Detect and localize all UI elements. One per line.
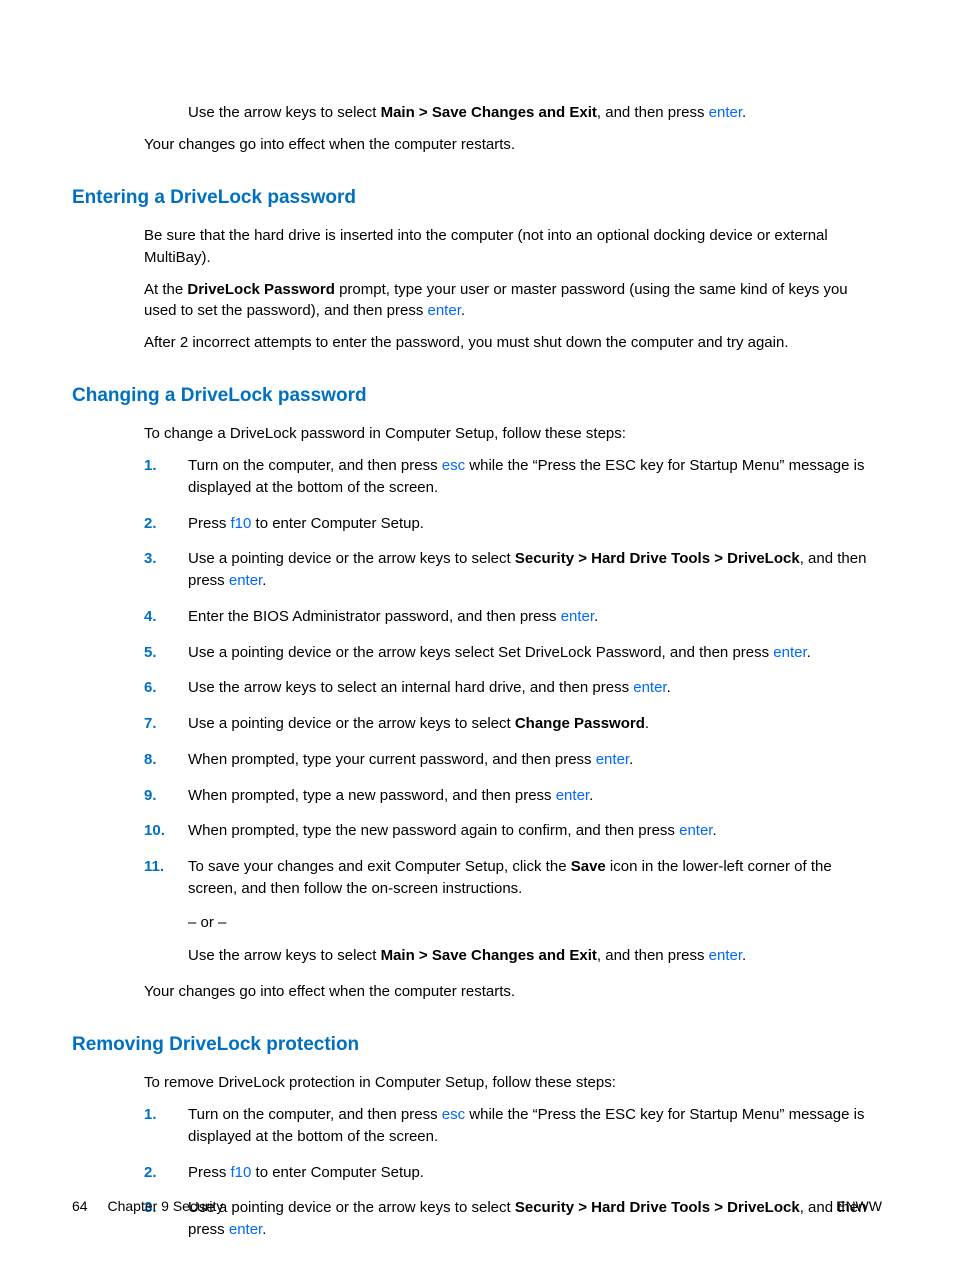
removing-intro: To remove DriveLock protection in Comput…	[144, 1072, 882, 1094]
step-1: Turn on the computer, and then press esc…	[144, 1104, 882, 1148]
key-enter: enter	[773, 644, 806, 661]
heading-entering: Entering a DriveLock password	[72, 184, 882, 212]
key-esc: esc	[442, 1106, 465, 1123]
footer-left: 64 Chapter 9 Security	[72, 1196, 223, 1216]
top-effect: Your changes go into effect when the com…	[144, 134, 882, 156]
step-11-or: – or –	[188, 912, 882, 934]
key-enter: enter	[633, 679, 666, 696]
step-1: Turn on the computer, and then press esc…	[144, 455, 882, 499]
key-esc: esc	[442, 457, 465, 474]
step-2: Press f10 to enter Computer Setup.	[144, 1162, 882, 1184]
chapter-label: Chapter 9 Security	[107, 1198, 223, 1214]
step-11-alt: Use the arrow keys to select Main > Save…	[188, 945, 882, 967]
removing-steps: Turn on the computer, and then press esc…	[144, 1104, 882, 1241]
key-f10: f10	[231, 515, 252, 532]
document-page: Use the arrow keys to select Main > Save…	[0, 0, 954, 1270]
key-f10: f10	[231, 1164, 252, 1181]
top-instruction: Use the arrow keys to select Main > Save…	[188, 102, 882, 124]
step-2: Press f10 to enter Computer Setup.	[144, 513, 882, 535]
page-footer: 64 Chapter 9 Security ENWW	[72, 1196, 882, 1216]
key-enter: enter	[596, 751, 629, 768]
step-7: Use a pointing device or the arrow keys …	[144, 713, 882, 735]
key-enter: enter	[679, 822, 712, 839]
key-enter: enter	[428, 302, 461, 319]
key-enter: enter	[561, 608, 594, 625]
footer-right: ENWW	[836, 1196, 882, 1216]
changing-steps: Turn on the computer, and then press esc…	[144, 455, 882, 967]
changing-intro: To change a DriveLock password in Comput…	[144, 423, 882, 445]
heading-changing: Changing a DriveLock password	[72, 382, 882, 410]
entering-p1: Be sure that the hard drive is inserted …	[144, 225, 882, 269]
step-4: Enter the BIOS Administrator password, a…	[144, 606, 882, 628]
step-6: Use the arrow keys to select an internal…	[144, 677, 882, 699]
heading-removing: Removing DriveLock protection	[72, 1031, 882, 1059]
step-11: To save your changes and exit Computer S…	[144, 856, 882, 967]
key-enter: enter	[709, 104, 742, 121]
step-9: When prompted, type a new password, and …	[144, 785, 882, 807]
key-enter: enter	[229, 572, 262, 589]
entering-p2: At the DriveLock Password prompt, type y…	[144, 279, 882, 323]
key-enter: enter	[556, 787, 589, 804]
step-8: When prompted, type your current passwor…	[144, 749, 882, 771]
entering-p3: After 2 incorrect attempts to enter the …	[144, 332, 882, 354]
page-number: 64	[72, 1198, 88, 1214]
changing-effect: Your changes go into effect when the com…	[144, 981, 882, 1003]
step-3: Use a pointing device or the arrow keys …	[144, 548, 882, 592]
step-5: Use a pointing device or the arrow keys …	[144, 642, 882, 664]
step-10: When prompted, type the new password aga…	[144, 820, 882, 842]
key-enter: enter	[229, 1221, 262, 1238]
key-enter: enter	[709, 947, 742, 964]
